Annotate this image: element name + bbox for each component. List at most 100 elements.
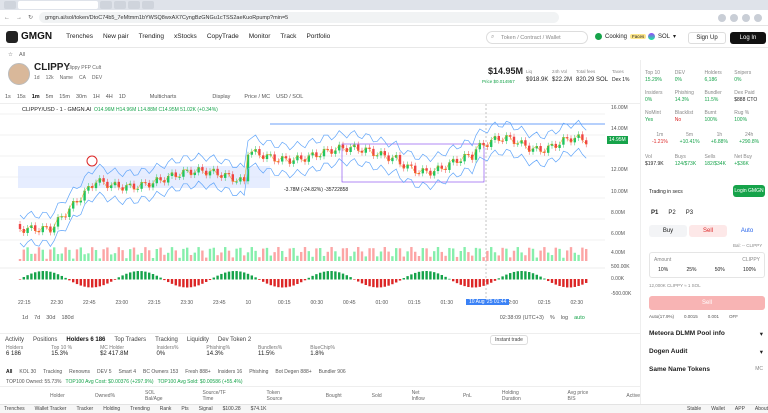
log-toggle[interactable]: log bbox=[561, 315, 568, 321]
percent-toggle[interactable]: % bbox=[550, 315, 555, 321]
browser-tab[interactable] bbox=[4, 1, 16, 9]
table-header-cell[interactable]: Holding Duration bbox=[502, 390, 538, 402]
filter-chip[interactable]: BC Owners 153 bbox=[143, 369, 178, 375]
mc-sort[interactable]: MC bbox=[755, 366, 763, 373]
browser-tab[interactable] bbox=[128, 1, 140, 9]
preset-p1[interactable]: P1 bbox=[651, 210, 658, 216]
nav-item-trenches[interactable]: Trenches bbox=[66, 33, 93, 40]
auto-tab[interactable]: Auto bbox=[729, 225, 765, 237]
range-1d[interactable]: 1d bbox=[22, 315, 28, 321]
status-item[interactable]: About bbox=[755, 406, 768, 412]
table-header-cell[interactable]: SOL Bal/Age bbox=[145, 390, 172, 402]
name-search-link[interactable]: Name bbox=[60, 75, 73, 81]
nav-item-new-pair[interactable]: New pair bbox=[103, 33, 129, 40]
range-30d[interactable]: 30d bbox=[46, 315, 55, 321]
network-selector[interactable]: SOL ▾ bbox=[648, 33, 676, 40]
status-item[interactable]: Stable bbox=[687, 406, 701, 412]
status-item[interactable]: Rank bbox=[160, 406, 172, 412]
tf-1h[interactable]: 1H bbox=[93, 94, 100, 100]
filter-chip[interactable]: Smart 4 bbox=[118, 369, 136, 375]
filter-chip[interactable]: Fresh 888+ bbox=[185, 369, 210, 375]
table-header-cell[interactable]: PnL bbox=[463, 393, 472, 399]
tf-1m[interactable]: 1m bbox=[32, 94, 40, 100]
back-icon[interactable]: ← bbox=[4, 15, 10, 21]
browser-tab[interactable] bbox=[100, 1, 112, 9]
table-header-cell[interactable]: Sold bbox=[372, 393, 382, 399]
search-input[interactable]: Token / Contract / Wallet bbox=[486, 31, 588, 44]
nav-item-copytrade[interactable]: CopyTrade bbox=[207, 33, 239, 40]
same-name-section[interactable]: Same Name Tokens MC bbox=[649, 366, 763, 373]
auto-toggle[interactable]: auto bbox=[574, 315, 585, 321]
browser-tab[interactable] bbox=[114, 1, 126, 9]
audit-section[interactable]: Dogen Audit ▾ bbox=[649, 348, 763, 356]
tf-1d[interactable]: 1D bbox=[119, 94, 126, 100]
tf-30m[interactable]: 30m bbox=[76, 94, 87, 100]
extension-icon[interactable] bbox=[730, 13, 738, 22]
pct-25[interactable]: 25% bbox=[686, 267, 696, 273]
star-icon[interactable]: ☆ bbox=[8, 52, 13, 58]
table-header-cell[interactable]: Holder bbox=[50, 393, 65, 399]
auto-settings[interactable]: Auto(17.9%) 0.0015 0.001 OFF bbox=[649, 314, 738, 319]
nav-item-portfolio[interactable]: Portfolio bbox=[306, 33, 330, 40]
filter-chip[interactable]: DEV 5 bbox=[97, 369, 111, 375]
tf-4h[interactable]: 4H bbox=[106, 94, 113, 100]
filter-chip[interactable]: Insiders 16 bbox=[218, 369, 242, 375]
table-header-cell[interactable]: Net Inflow bbox=[412, 390, 433, 402]
instant-trade-button[interactable]: Instant trade bbox=[490, 334, 528, 345]
timeframe-changes[interactable]: 1m -1.21% 5m +10.41% 1h +6.88% 24h +290.8% bbox=[641, 132, 768, 146]
tf-5m[interactable]: 5m bbox=[46, 94, 54, 100]
tf-1s[interactable]: 1s bbox=[5, 94, 11, 100]
pct-50[interactable]: 50% bbox=[715, 267, 725, 273]
logo[interactable]: GMGN bbox=[6, 30, 52, 43]
filter-chip[interactable]: Tracking bbox=[43, 369, 62, 375]
nav-item-monitor[interactable]: Monitor bbox=[249, 33, 271, 40]
table-header-cell[interactable]: Bought bbox=[326, 393, 342, 399]
display-button[interactable]: Display bbox=[212, 94, 230, 100]
login-button[interactable]: Log In bbox=[730, 32, 766, 44]
tab-activity[interactable]: Activity bbox=[5, 337, 24, 343]
price-chart[interactable] bbox=[0, 104, 605, 298]
range-7d[interactable]: 7d bbox=[34, 315, 40, 321]
price-mc-toggle[interactable]: Price / MC bbox=[244, 94, 270, 100]
table-header-cell[interactable]: Source/TF Time bbox=[203, 390, 237, 402]
all-filter[interactable]: All bbox=[19, 52, 25, 58]
table-header-cell[interactable]: Active bbox=[626, 393, 640, 399]
tab-positions[interactable]: Positions bbox=[33, 337, 57, 343]
tab-holders[interactable]: Holders 6 186 bbox=[66, 337, 105, 343]
multicharts-button[interactable]: Multicharts bbox=[150, 94, 177, 100]
status-item[interactable]: Tracker bbox=[76, 406, 93, 412]
extension-icon[interactable] bbox=[742, 13, 750, 22]
price-scale[interactable]: 16.00M 14.00M 12.00M 10.00M 8.00M 6.00M … bbox=[605, 104, 640, 298]
usd-sol-toggle[interactable]: USD / SOL bbox=[276, 94, 303, 100]
preset-p3[interactable]: P3 bbox=[686, 210, 693, 216]
preset-p2[interactable]: P2 bbox=[668, 210, 675, 216]
login-gmgn-button[interactable]: Login GMGN bbox=[733, 185, 765, 197]
status-item[interactable]: Holding bbox=[103, 406, 120, 412]
table-header-cell[interactable]: Owned% bbox=[95, 393, 115, 399]
filter-chip[interactable]: Renowns bbox=[69, 369, 90, 375]
tf-15m[interactable]: 15m bbox=[59, 94, 70, 100]
status-item[interactable]: Wallet bbox=[711, 406, 725, 412]
signup-button[interactable]: Sign Up bbox=[688, 32, 726, 44]
browser-tab[interactable] bbox=[142, 1, 154, 9]
table-header-cell[interactable]: Token Source bbox=[267, 390, 296, 402]
status-item[interactable]: $100.28 bbox=[223, 406, 241, 412]
buy-tab[interactable]: Buy bbox=[649, 225, 687, 237]
tab-liquidity[interactable]: Liquidity bbox=[187, 337, 209, 343]
pct-10[interactable]: 10% bbox=[658, 267, 668, 273]
tab-top-traders[interactable]: Top Traders bbox=[114, 337, 146, 343]
status-item[interactable]: Signal bbox=[199, 406, 213, 412]
cooking-toggle[interactable]: Cooking Faces bbox=[595, 33, 647, 40]
reload-icon[interactable]: ↻ bbox=[28, 14, 33, 21]
status-item[interactable]: Pts bbox=[181, 406, 188, 412]
extension-icon[interactable] bbox=[718, 13, 726, 22]
pct-100[interactable]: 100% bbox=[743, 267, 756, 273]
filter-chip[interactable]: All bbox=[6, 369, 12, 375]
profile-icon[interactable] bbox=[754, 13, 762, 22]
browser-tab-active[interactable] bbox=[18, 1, 98, 9]
filter-chip[interactable]: Bot Degen 888+ bbox=[275, 369, 311, 375]
filter-chip[interactable]: Bundler 906 bbox=[319, 369, 346, 375]
tab-dev-token[interactable]: Dev Token 2 bbox=[218, 337, 251, 343]
range-180d[interactable]: 180d bbox=[61, 315, 73, 321]
status-item[interactable]: $74.1K bbox=[251, 406, 267, 412]
